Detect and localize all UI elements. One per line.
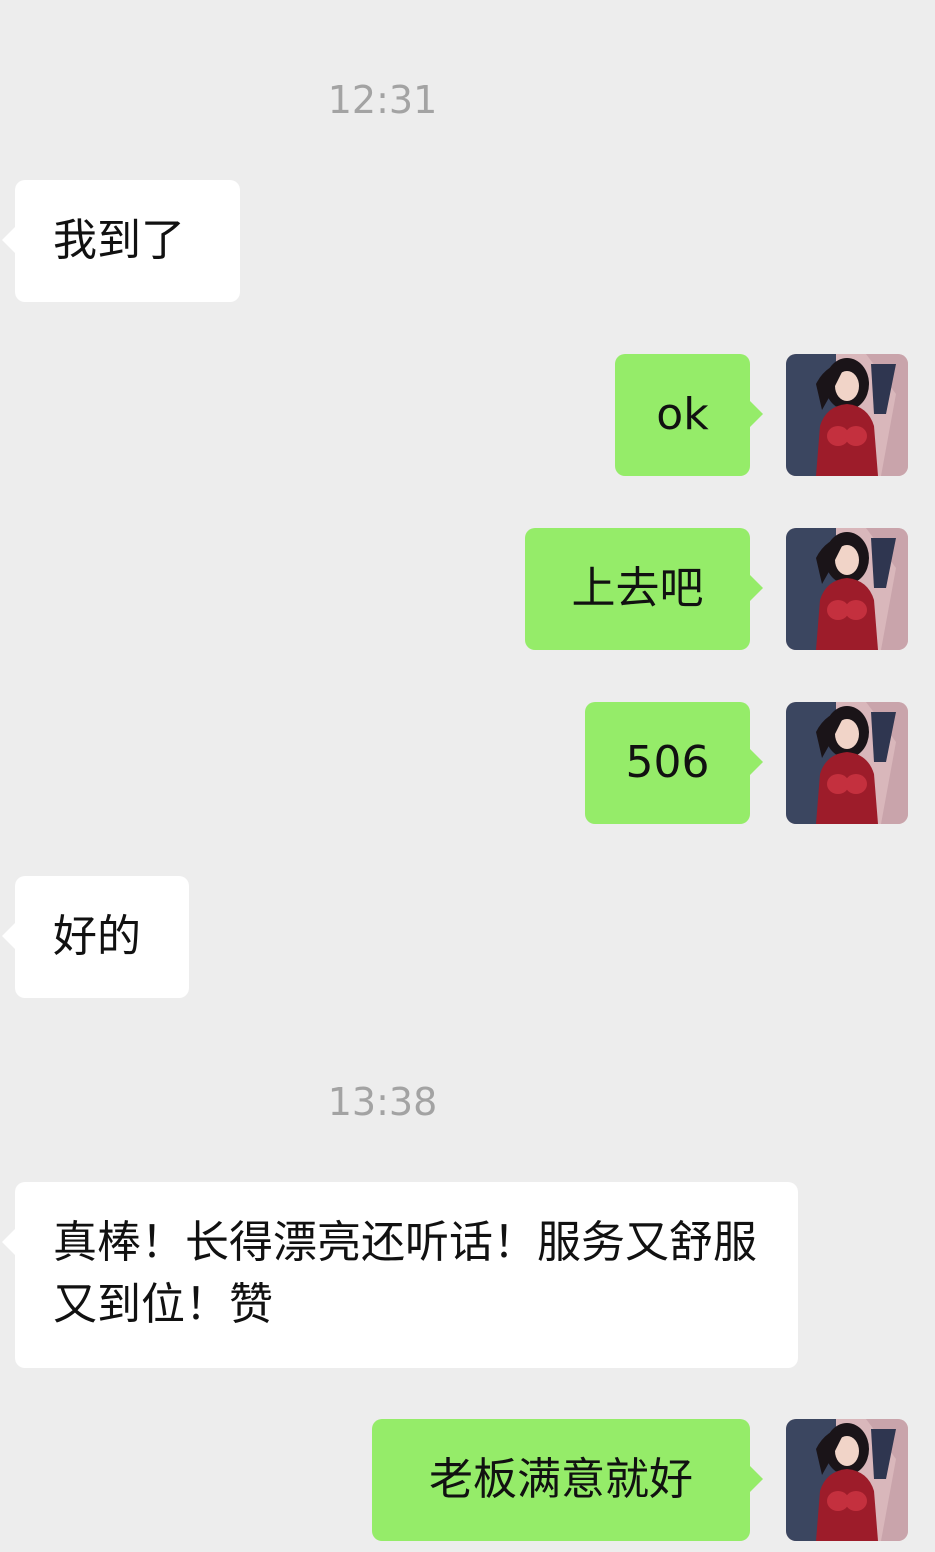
- sent-message-bubble[interactable]: 上去吧: [525, 528, 763, 650]
- sent-message-bubble[interactable]: 506: [585, 702, 763, 824]
- user-avatar[interactable]: [786, 528, 908, 650]
- user-avatar[interactable]: [786, 1419, 908, 1541]
- avatar-portrait-icon: [786, 702, 908, 824]
- received-message-bubble[interactable]: 好的: [2, 876, 189, 998]
- avatar-portrait-icon: [786, 354, 908, 476]
- avatar-portrait-icon: [786, 528, 908, 650]
- user-avatar[interactable]: [786, 354, 908, 476]
- received-message-bubble[interactable]: 我到了: [2, 180, 240, 302]
- sent-message-bubble[interactable]: 老板满意就好: [372, 1419, 763, 1541]
- avatar-portrait-icon: [786, 1419, 908, 1541]
- chat-thread[interactable]: 12:31 我到了 ok 上去吧 506 好的 13:38 真棒！长得漂亮还听话…: [0, 0, 935, 1552]
- sent-message-bubble[interactable]: ok: [615, 354, 763, 476]
- timestamp: 13:38: [327, 1080, 438, 1124]
- timestamp: 12:31: [327, 78, 438, 122]
- user-avatar[interactable]: [786, 702, 908, 824]
- received-message-bubble[interactable]: 真棒！长得漂亮还听话！服务又舒服又到位！赞: [2, 1182, 798, 1368]
